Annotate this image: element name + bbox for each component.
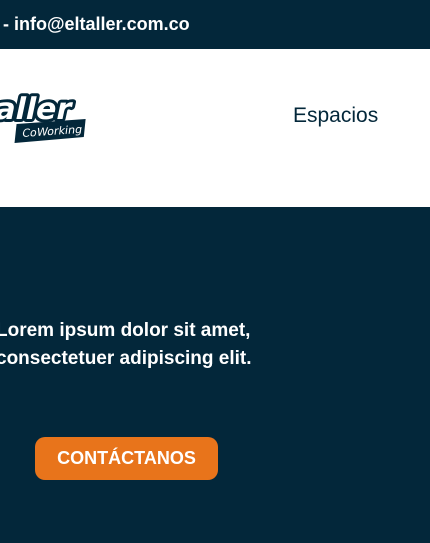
- contact-us-button[interactable]: CONTÁCTANOS: [35, 437, 218, 480]
- hero-line-1: Lorem ipsum dolor sit amet,: [0, 320, 251, 341]
- hero-section: Lorem ipsum dolor sit amet, consectetuer…: [0, 207, 430, 543]
- hero-headline: Lorem ipsum dolor sit amet, consectetuer…: [0, 317, 416, 373]
- top-contact-bar: - info@eltaller.com.co: [0, 0, 430, 49]
- page: - info@eltaller.com.co aller aller CoWor…: [0, 0, 430, 543]
- el-taller-coworking-logo[interactable]: aller aller CoWorking: [0, 89, 96, 151]
- contact-email-text[interactable]: - info@eltaller.com.co: [3, 0, 190, 49]
- nav-item-espacios[interactable]: Espacios: [293, 104, 378, 128]
- hero-line-2: consectetuer adipiscing elit.: [0, 348, 252, 369]
- site-header: aller aller CoWorking Espacios: [0, 49, 430, 207]
